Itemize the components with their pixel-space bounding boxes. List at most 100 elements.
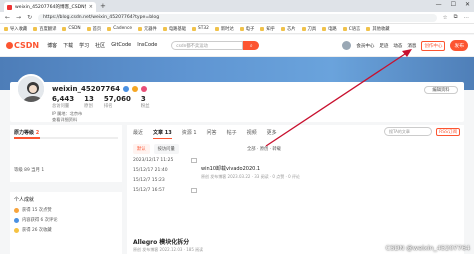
bookmark-item[interactable]: 导入收藏 [4, 26, 27, 32]
folder-icon [214, 26, 219, 31]
new-tab-button[interactable]: + [100, 2, 106, 10]
folder-icon [366, 26, 371, 31]
bookmark-item[interactable]: Cadence [107, 26, 132, 31]
nav-learn[interactable]: 学习 [79, 42, 89, 49]
filter-views[interactable]: 按访问量 [153, 144, 179, 154]
level-progress [14, 137, 118, 139]
folder-icon [260, 26, 265, 31]
article-title[interactable]: Allegro 模块化拆分 [133, 237, 189, 246]
url-field[interactable]: https://blog.csdn.net/weixin_45207764?ty… [38, 13, 437, 22]
window-controls: — ☐ ✕ [436, 1, 470, 8]
forward-icon[interactable]: → [16, 14, 21, 21]
profile-card: weixin_45207764 6,443 总访问量 13 原创 57,060 … [10, 74, 464, 123]
tab-qa[interactable]: 问答 [207, 129, 217, 139]
search-button[interactable]: ⌕ [243, 41, 260, 50]
nav-activity[interactable]: 动态 [393, 43, 402, 49]
search-icon: ⌕ [249, 42, 253, 49]
star-icon[interactable]: ☆ [443, 15, 448, 21]
achievements-card: 个人成就 获得 15 次点赞 内容获得 6 次评论 获得 26 次收藏 [10, 192, 122, 254]
verified-badge-icon [122, 86, 129, 92]
article-search-input[interactable]: 搜TA的文章 [384, 127, 432, 136]
achievement-comments: 内容获得 6 次评论 [14, 217, 58, 223]
bookmark-item[interactable]: 电子 [239, 26, 254, 32]
tab-recent[interactable]: 最近 [133, 129, 143, 139]
publish-button[interactable]: 发布 [450, 40, 468, 51]
list-item-date: 15/12/17 21:40 [133, 168, 168, 173]
bookmark-item[interactable]: CSDN [62, 26, 81, 31]
logo-mark-icon [6, 42, 13, 49]
rss-button[interactable]: RSS订阅 [436, 128, 460, 136]
nav-download[interactable]: 下载 [63, 42, 73, 49]
bookmark-item[interactable]: 其他收藏 [366, 26, 390, 32]
content-tabs: 最近 文章 13 资源 1 问答 帖子 视频 更多 [133, 129, 277, 139]
article-title[interactable]: win10卸载vivado2020.1 [201, 165, 260, 172]
tab-posts[interactable]: 帖子 [227, 129, 237, 139]
tab-articles[interactable]: 文章 13 [153, 129, 172, 139]
nav-community[interactable]: 社区 [95, 42, 105, 49]
avatar[interactable] [342, 41, 352, 50]
menu-icon[interactable]: ⋯ [464, 15, 470, 21]
bookmark-item[interactable]: 刀具 [301, 26, 316, 32]
csdn-logo[interactable]: CSDN [6, 41, 39, 50]
folder-icon [107, 26, 112, 31]
reload-icon[interactable]: ↻ [27, 14, 32, 21]
type-filters[interactable]: 全部 · 原创 · 转载 [247, 146, 281, 152]
tab-resources[interactable]: 资源 1 [182, 129, 197, 139]
bookmark-item[interactable]: 百度翻译 [33, 26, 56, 32]
level-badge-icon [131, 86, 138, 92]
bookmark-item[interactable]: 芯片 [280, 26, 296, 32]
tab-title: weixin_45207764的博客_CSDN博客 [15, 5, 86, 10]
folder-icon [322, 26, 327, 31]
stat-original: 13 原创 [84, 95, 94, 109]
profile-details-link[interactable]: 查看详细资料 [52, 117, 77, 123]
edit-profile-button[interactable]: 编辑资料 [424, 86, 458, 94]
content-panel: 最近 文章 13 资源 1 问答 帖子 视频 更多 搜TA的文章 RSS订阅 默… [127, 125, 464, 254]
bookmark-item[interactable]: 电路基础 [162, 26, 186, 32]
minimize-button[interactable]: — [436, 1, 442, 8]
csdn-favicon-icon [7, 4, 12, 10]
avatar-image-icon [18, 76, 44, 102]
bookmark-item[interactable]: 元器件 [137, 26, 157, 32]
bookmark-item[interactable]: ST32 [192, 26, 209, 31]
bookmark-item[interactable]: 电路 [322, 26, 337, 32]
bookmark-item[interactable]: 新时达 [214, 26, 234, 32]
user-nav: 会员中心 足迹 动态 消息 创作中心 发布 [342, 40, 468, 51]
nav-inscode[interactable]: InsCode [137, 42, 157, 49]
folder-icon [239, 26, 244, 31]
back-icon[interactable]: ← [5, 14, 10, 21]
tab-videos[interactable]: 视频 [247, 129, 257, 139]
list-item-date: 15/12/7 16:57 [133, 188, 165, 193]
folder-icon [162, 26, 167, 31]
close-icon[interactable]: × [89, 4, 93, 10]
nav-gitcode[interactable]: GitCode [111, 42, 131, 49]
url-text: https://blog.csdn.net/weixin_45207764?ty… [43, 15, 160, 20]
maximize-button[interactable]: ☐ [451, 1, 456, 8]
close-window-button[interactable]: ✕ [465, 1, 470, 8]
folder-icon [301, 26, 306, 31]
main-nav: 博客 下载 学习 社区 GitCode InsCode [47, 42, 157, 49]
nav-blog[interactable]: 博客 [47, 42, 57, 49]
bookmark-item[interactable]: C语言 [342, 26, 360, 32]
comment-icon [14, 217, 19, 223]
extensions-icon[interactable]: ⧉ [454, 14, 458, 21]
stat-fans: 3 粉丝 [140, 95, 150, 109]
nav-messages[interactable]: 消息 [407, 43, 416, 49]
nav-creator-center[interactable]: 创作中心 [421, 40, 446, 51]
folder-icon [192, 26, 197, 31]
tab-more[interactable]: 更多 [267, 129, 277, 139]
bookmark-item[interactable]: 知乎 [260, 26, 275, 32]
folder-icon [33, 26, 38, 31]
level-title: 原力等级 2 [14, 130, 40, 136]
search-input[interactable]: csdn都不卖运动 [171, 41, 244, 50]
level-progress-fill [14, 137, 40, 139]
profile-stats: 6,443 总访问量 13 原创 57,060 排名 3 粉丝 [52, 95, 150, 109]
filter-default[interactable]: 默认 [133, 144, 150, 154]
nav-vip[interactable]: 会员中心 [356, 43, 374, 49]
bookmark-item[interactable]: 首页 [86, 26, 101, 32]
level-card: 原力等级 2 等级 89 当月 1 [10, 125, 122, 182]
browser-tab[interactable]: weixin_45207764的博客_CSDN博客 × [4, 2, 96, 12]
nav-footprint[interactable]: 足迹 [379, 43, 388, 49]
browser-tab-strip: weixin_45207764的博客_CSDN博客 × + — ☐ ✕ [0, 0, 474, 12]
stat-visits: 6,443 总访问量 [52, 95, 75, 109]
profile-avatar[interactable] [16, 74, 46, 104]
